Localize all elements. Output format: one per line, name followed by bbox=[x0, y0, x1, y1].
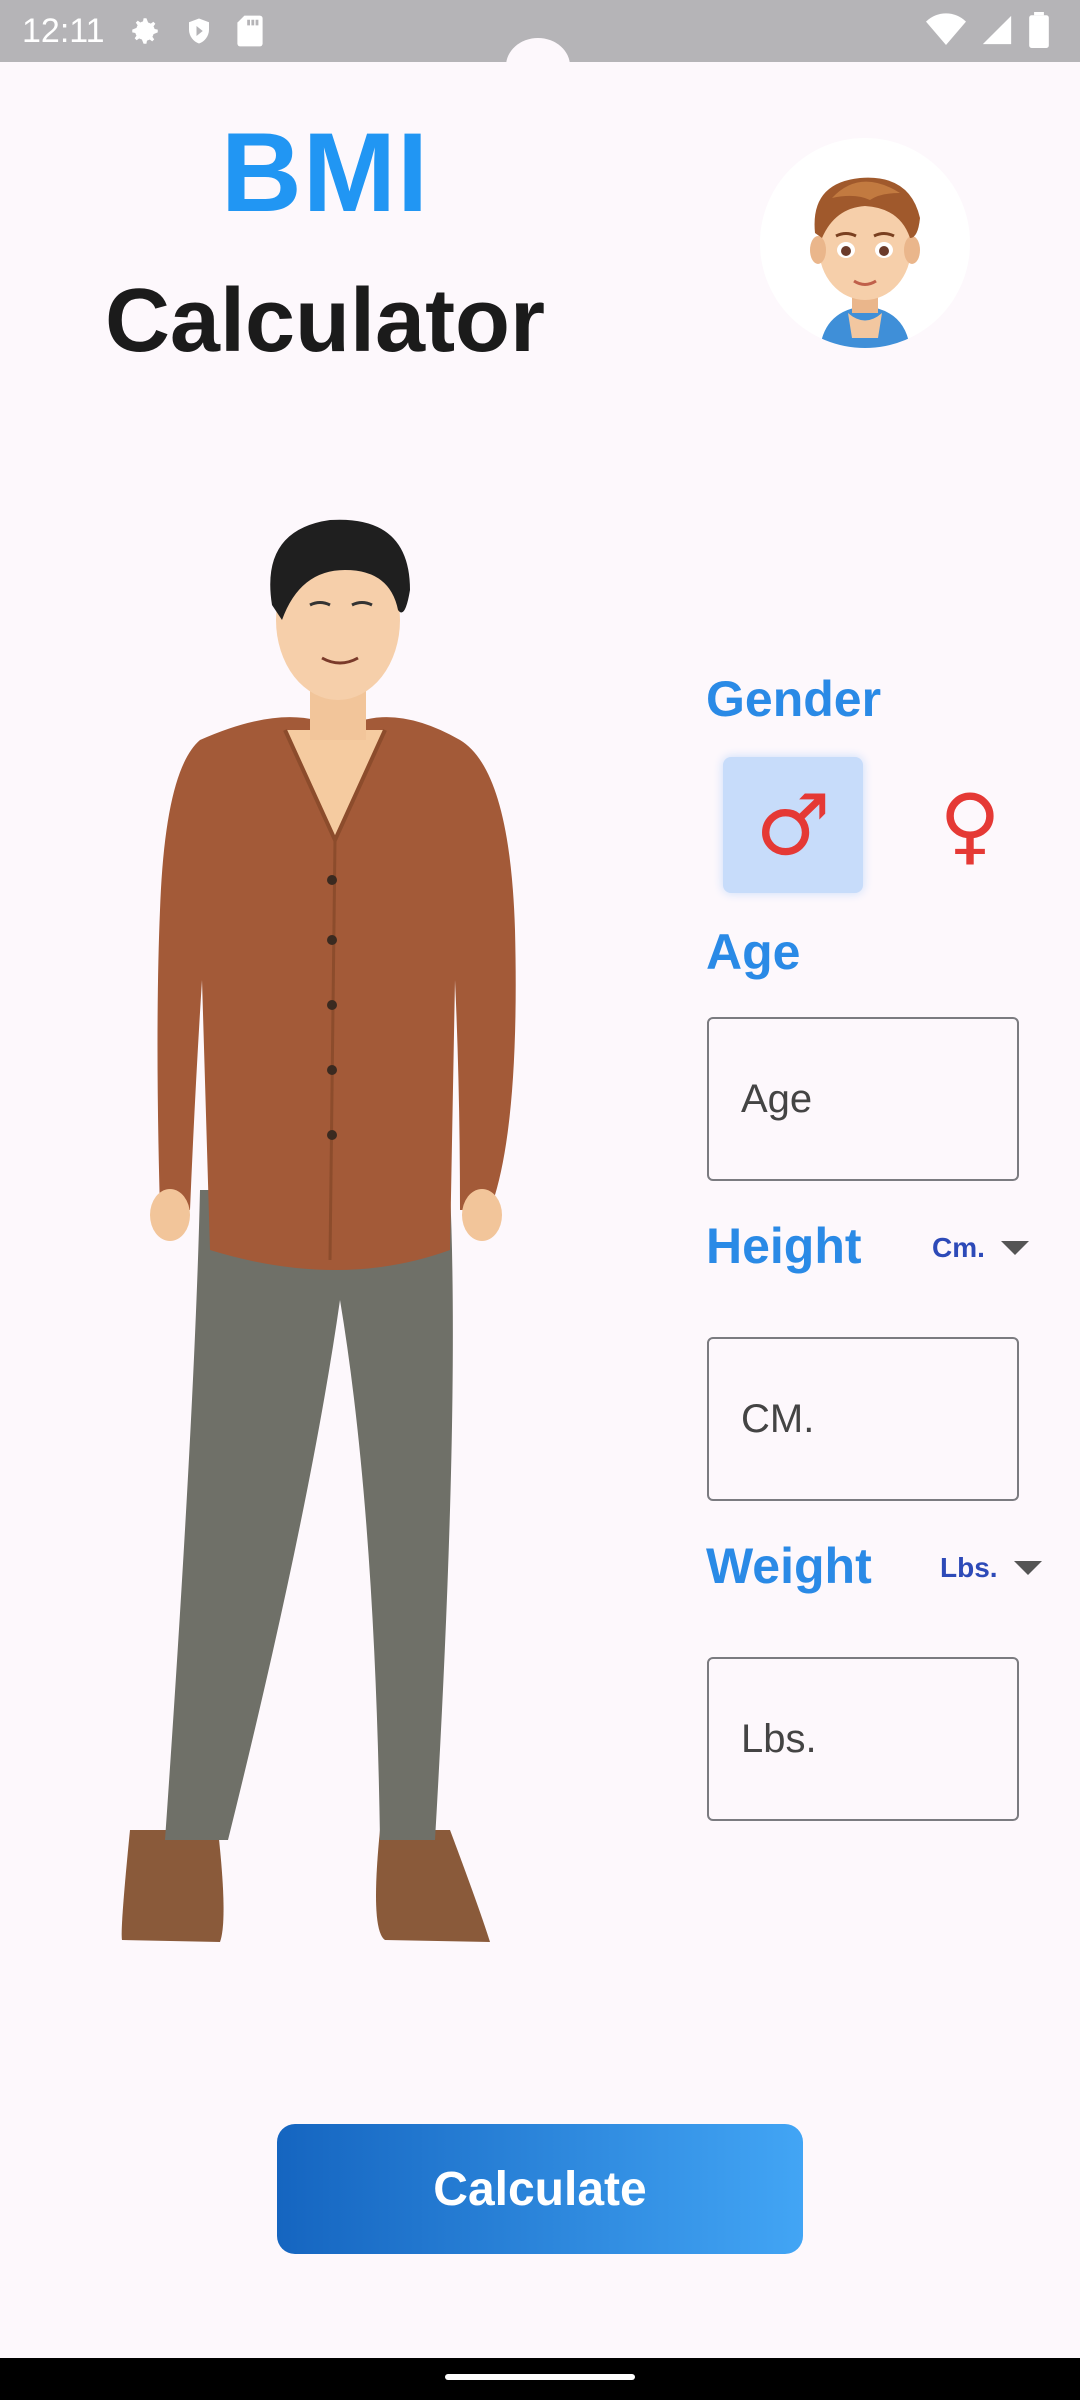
sd-card-icon bbox=[237, 15, 263, 47]
camera-cutout bbox=[506, 38, 570, 94]
female-icon: ♀ bbox=[939, 776, 1001, 874]
height-label: Height bbox=[706, 1218, 862, 1274]
height-unit-dropdown[interactable]: Cm. bbox=[932, 1232, 1029, 1264]
weight-input[interactable] bbox=[709, 1659, 1017, 1819]
weight-unit-value: Lbs. bbox=[940, 1552, 998, 1583]
status-left-icons bbox=[128, 14, 264, 48]
home-gesture-handle[interactable] bbox=[445, 2374, 635, 2380]
page-title-calculator: Calculator bbox=[104, 271, 546, 371]
shield-icon bbox=[189, 18, 209, 44]
height-field[interactable] bbox=[707, 1337, 1019, 1501]
wifi-icon bbox=[926, 13, 966, 45]
calculate-button[interactable]: Calculate bbox=[277, 2124, 803, 2254]
weight-label: Weight bbox=[706, 1538, 872, 1594]
gear-icon bbox=[132, 18, 158, 44]
age-input[interactable] bbox=[709, 1019, 1017, 1179]
page-title-bmi: BMI bbox=[220, 110, 430, 235]
avatar[interactable] bbox=[760, 138, 970, 348]
boy-avatar-icon bbox=[810, 177, 920, 348]
female-gender-button[interactable]: ♀ bbox=[900, 757, 1040, 893]
height-unit-value: Cm. bbox=[932, 1232, 985, 1263]
man-illustration bbox=[121, 519, 516, 1942]
battery-icon bbox=[1029, 12, 1049, 48]
age-field[interactable] bbox=[707, 1017, 1019, 1181]
age-label: Age bbox=[706, 924, 801, 980]
male-icon: ♂ bbox=[755, 776, 831, 874]
male-gender-button[interactable]: ♂ bbox=[723, 757, 863, 893]
status-right-icons bbox=[926, 12, 1050, 48]
chevron-down-icon bbox=[1013, 1561, 1042, 1575]
height-input[interactable] bbox=[709, 1339, 1017, 1499]
weight-field[interactable] bbox=[707, 1657, 1019, 1821]
chevron-down-icon bbox=[1000, 1241, 1029, 1255]
signal-icon bbox=[982, 15, 1012, 45]
gender-label: Gender bbox=[706, 671, 882, 727]
navigation-bar bbox=[0, 2358, 1080, 2400]
status-time: 12:11 bbox=[22, 12, 105, 50]
weight-unit-dropdown[interactable]: Lbs. bbox=[940, 1552, 1042, 1584]
